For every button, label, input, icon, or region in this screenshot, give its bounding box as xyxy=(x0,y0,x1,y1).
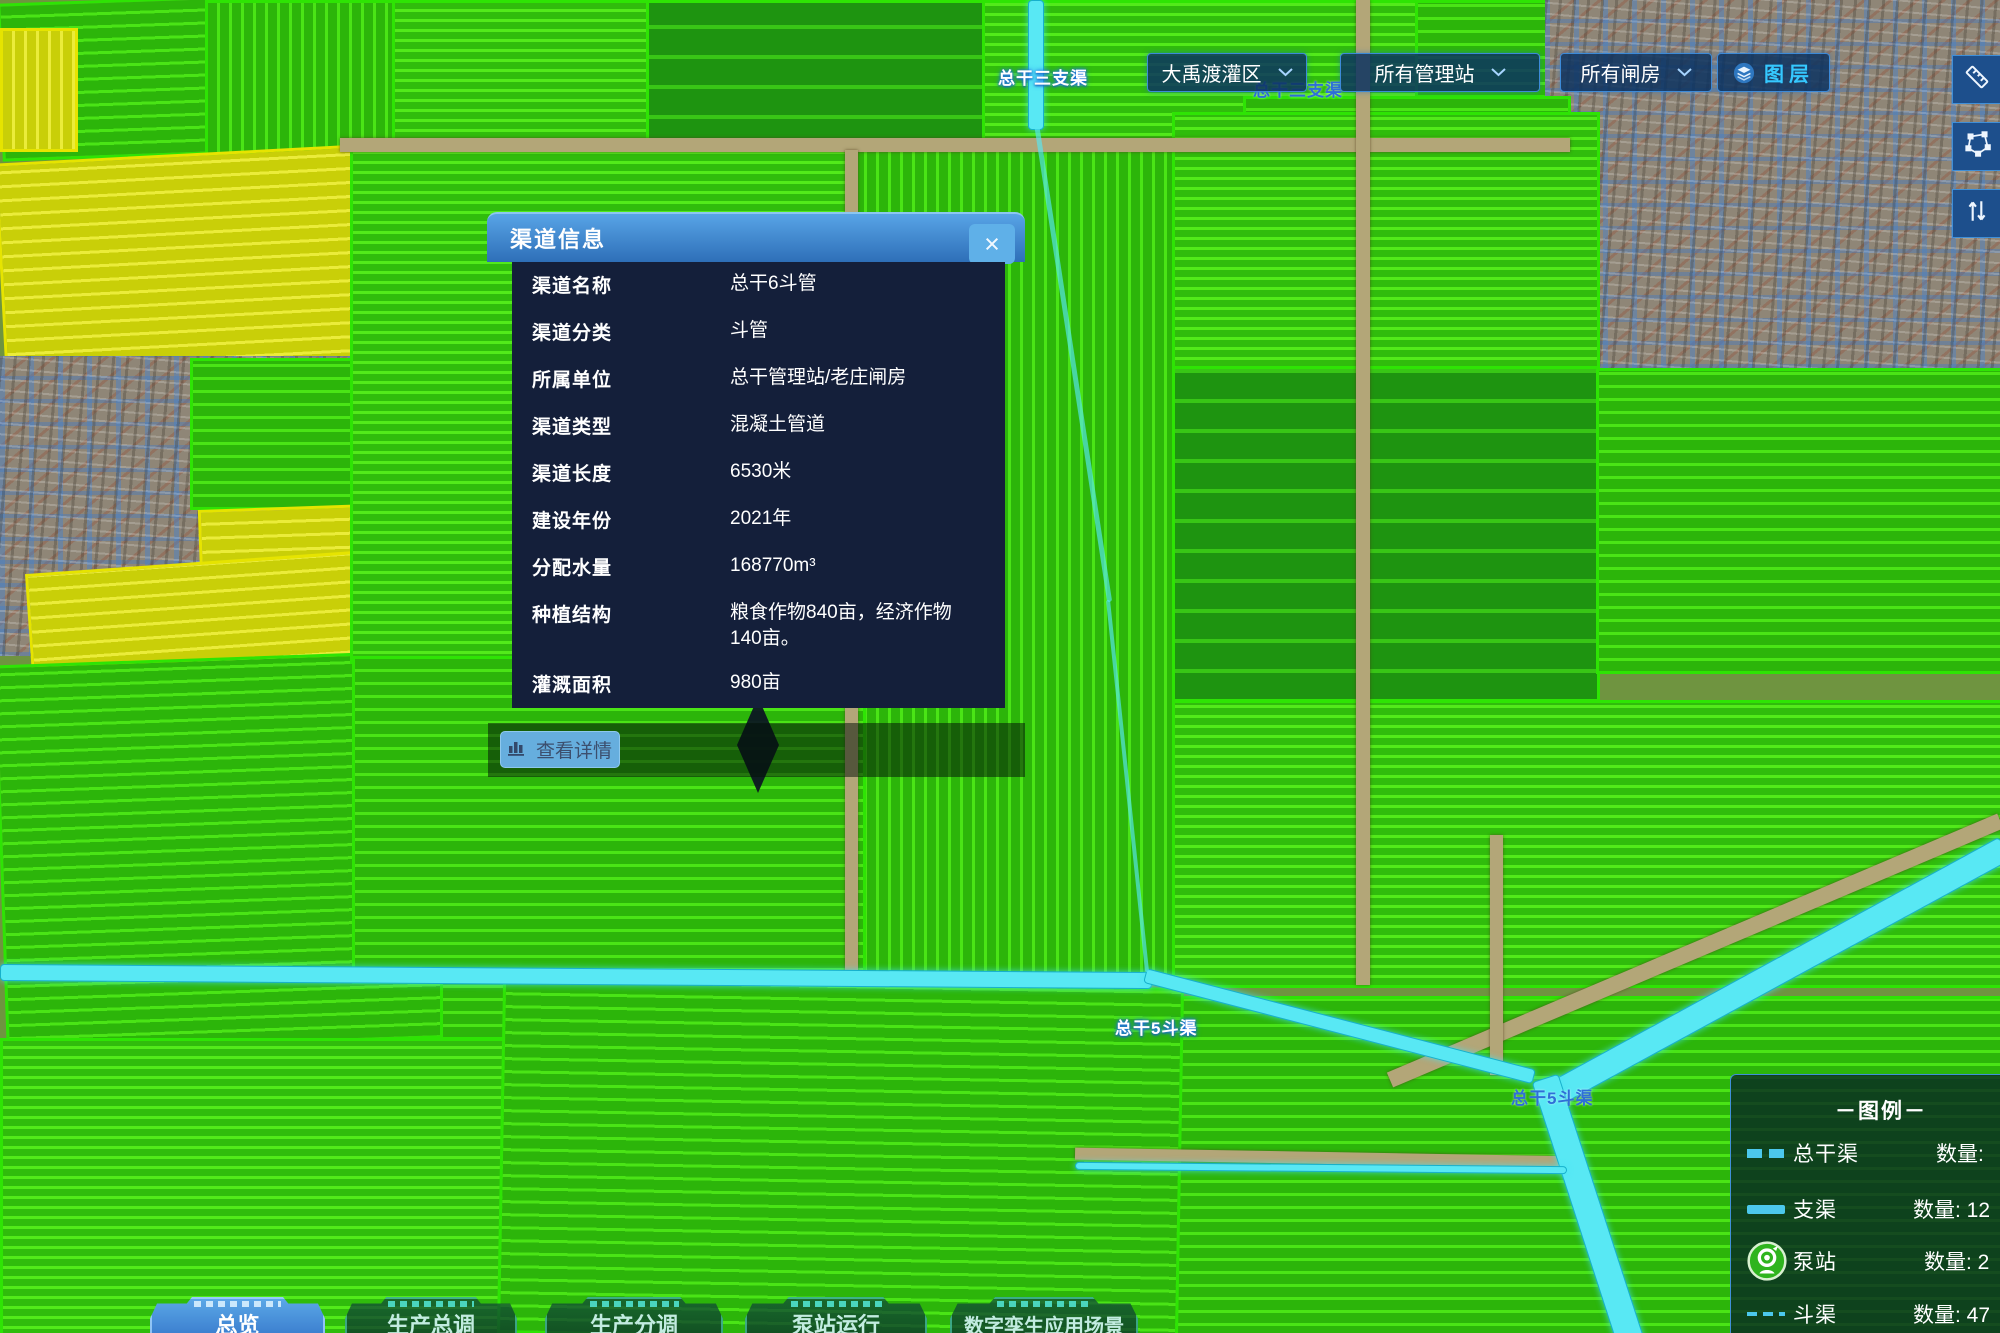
field-patch xyxy=(392,0,650,152)
bar-chart-icon xyxy=(508,738,528,762)
field-patch xyxy=(0,1038,550,1333)
tab-teeth-decoration xyxy=(791,1301,882,1307)
channel-info-popup: 渠道名称 总干6斗管 渠道分类 斗管 所属单位 总干管理站/老庄闸房 渠道类型 … xyxy=(512,262,1005,708)
main-canal-dashed-line-icon xyxy=(1747,1149,1793,1158)
field-patch xyxy=(646,0,986,148)
legend-row: 泵站 数量: 2 xyxy=(1747,1246,2000,1276)
vertical-arrows-icon xyxy=(1963,197,1991,230)
measure-area-button[interactable] xyxy=(1952,122,2000,171)
view-details-label: 查看详情 xyxy=(536,736,612,763)
popup-row: 渠道分类 斗管 xyxy=(512,318,1005,365)
map-canvas[interactable]: 总干三支渠 总干三支渠 总干5斗渠 总干5斗渠 大禹渡灌区 所有管理站 所有闸房… xyxy=(0,0,2000,1333)
road-line xyxy=(1490,835,1503,1075)
pump-station-icon xyxy=(1747,1241,1793,1281)
channel-info-popup-header: 渠道信息 × xyxy=(487,212,1025,262)
field-patch xyxy=(1596,368,2000,674)
road-line xyxy=(1356,0,1370,985)
district-select[interactable]: 大禹渡灌区 xyxy=(1147,53,1307,92)
layers-icon xyxy=(1733,62,1755,84)
elevation-tool-button[interactable] xyxy=(1952,189,2000,238)
tab-teeth-decoration xyxy=(590,1301,679,1307)
field-patch xyxy=(1172,700,2000,988)
legend-row: 总干渠 数量: xyxy=(1747,1138,2000,1168)
legend-panel: －图例－ 总干渠 数量: 支渠 数量: 12 泵站 数量: 2 xyxy=(1730,1074,2000,1333)
measure-distance-button[interactable] xyxy=(1952,55,2000,104)
tab-teeth-decoration xyxy=(997,1301,1091,1307)
popup-row: 建设年份 2021年 xyxy=(512,506,1005,553)
gate-select-value: 所有闸房 xyxy=(1581,58,1661,87)
legend-row: 支渠 数量: 12 xyxy=(1747,1194,2000,1224)
gate-select[interactable]: 所有闸房 xyxy=(1560,53,1712,92)
field-patch xyxy=(1172,366,1600,702)
chevron-down-icon xyxy=(1677,68,1692,77)
popup-row: 渠道名称 总干6斗管 xyxy=(512,271,1005,318)
polygon-area-icon xyxy=(1963,130,1991,163)
legend-row: 斗渠 数量: 47 xyxy=(1747,1299,2000,1329)
branch-canal-solid-line-icon xyxy=(1747,1205,1793,1214)
layers-button[interactable]: 图层 xyxy=(1717,53,1830,92)
popup-row: 分配水量 168770m³ xyxy=(512,553,1005,600)
popup-row: 渠道长度 6530米 xyxy=(512,459,1005,506)
tab-teeth-decoration xyxy=(194,1301,282,1307)
popup-row: 渠道类型 混凝土管道 xyxy=(512,412,1005,459)
district-select-value: 大禹渡灌区 xyxy=(1162,58,1262,87)
popup-row: 灌溉面积 980亩 xyxy=(512,670,1005,717)
chevron-down-icon xyxy=(1278,68,1293,77)
canal-label: 总干三支渠 xyxy=(998,64,1088,89)
canal-label: 总干5斗渠 xyxy=(1511,1084,1593,1109)
field-patch xyxy=(0,28,78,152)
lateral-canal-thin-dashed-line-icon xyxy=(1747,1312,1793,1316)
layers-button-label: 图层 xyxy=(1764,58,1814,87)
station-select[interactable]: 所有管理站 xyxy=(1340,53,1540,92)
chevron-down-icon xyxy=(1491,68,1506,77)
station-select-value: 所有管理站 xyxy=(1375,58,1475,87)
road-line xyxy=(340,138,1570,152)
tab-teeth-decoration xyxy=(388,1301,474,1307)
field-patch xyxy=(205,0,396,156)
popup-row: 所属单位 总干管理站/老庄闸房 xyxy=(512,365,1005,412)
ruler-measure-icon xyxy=(1963,63,1991,96)
popup-row: 种植结构 粮食作物840亩，经济作物140亩。 xyxy=(512,600,1005,670)
view-details-button[interactable]: 查看详情 xyxy=(500,731,620,768)
legend-title: －图例－ xyxy=(1835,1095,1927,1125)
close-icon[interactable]: × xyxy=(969,224,1015,264)
canal-label: 总干5斗渠 xyxy=(1115,1014,1197,1039)
popup-title: 渠道信息 xyxy=(510,222,606,254)
